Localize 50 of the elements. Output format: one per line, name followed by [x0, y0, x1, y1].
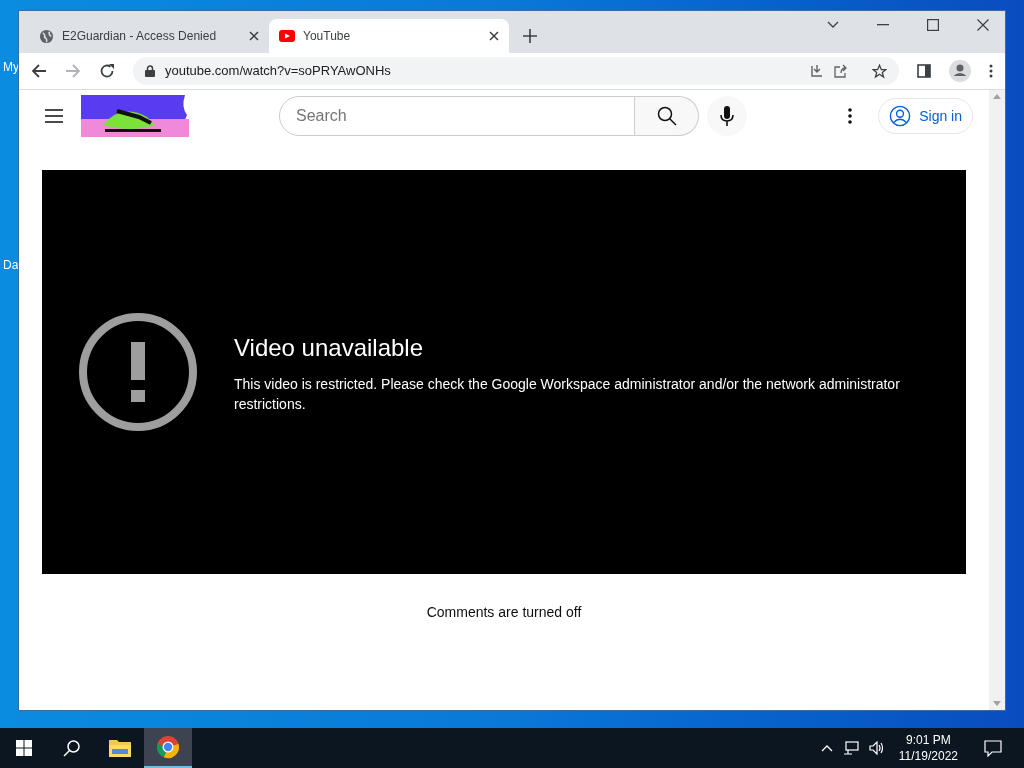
chrome-logo-icon	[156, 735, 180, 759]
microphone-icon	[720, 106, 734, 126]
windows-logo-icon	[16, 740, 32, 756]
clock[interactable]: 9:01 PM 11/19/2022	[894, 732, 962, 764]
video-error-message: This video is restricted. Please check the Google Workspace administrator and/or the network administrator restrictions.	[234, 375, 901, 414]
globe-icon	[39, 28, 54, 44]
side-panel-icon[interactable]	[917, 64, 931, 78]
new-tab-icon[interactable]	[523, 29, 537, 43]
notifications-icon[interactable]	[984, 739, 1002, 757]
clock-time: 9:01 PM	[906, 732, 951, 748]
doodle-logo[interactable]	[81, 95, 189, 137]
search-button[interactable]	[635, 96, 699, 136]
desktop-icon-label: Da	[3, 257, 19, 274]
install-icon[interactable]	[810, 64, 824, 78]
account-icon	[889, 105, 912, 127]
close-icon[interactable]	[977, 19, 989, 31]
more-options-icon[interactable]	[848, 108, 853, 124]
lock-icon	[145, 65, 155, 77]
minimize-icon[interactable]	[877, 24, 889, 26]
search-field[interactable]: Search	[279, 96, 635, 136]
address-bar[interactable]: youtube.com/watch?v=soPRYAwONHs	[133, 57, 899, 85]
voice-search-button[interactable]	[707, 96, 747, 136]
tab-title: YouTube	[303, 28, 352, 45]
desktop-icon-label: My	[3, 59, 19, 76]
show-hidden-icons-icon[interactable]	[820, 744, 833, 752]
menu-icon[interactable]	[989, 64, 993, 78]
network-icon[interactable]	[842, 741, 859, 755]
reload-icon[interactable]	[99, 63, 115, 79]
tab-search-icon[interactable]	[827, 21, 839, 29]
profile-icon[interactable]	[949, 60, 971, 82]
star-icon[interactable]	[872, 63, 887, 79]
back-icon[interactable]	[31, 63, 47, 79]
close-icon[interactable]	[249, 31, 259, 41]
tab-title: E2Guardian - Access Denied	[62, 28, 218, 45]
volume-icon[interactable]	[868, 741, 885, 755]
browser-tab[interactable]: YouTube	[269, 19, 509, 53]
menu-icon[interactable]	[45, 109, 63, 123]
folder-icon	[108, 738, 132, 758]
maximize-icon[interactable]	[927, 19, 939, 31]
url-text: youtube.com/watch?v=soPRYAwONHs	[165, 62, 392, 81]
exclamation-icon	[78, 312, 198, 432]
video-error-title: Video unavailable	[234, 333, 425, 363]
taskbar-app[interactable]	[144, 728, 192, 768]
search-icon	[656, 106, 677, 126]
close-icon[interactable]	[489, 31, 499, 41]
share-icon[interactable]	[834, 64, 848, 78]
search-icon	[63, 739, 81, 757]
clock-date: 11/19/2022	[898, 748, 958, 764]
play-logo-icon	[279, 30, 295, 42]
comments-notice: Comments are turned off	[426, 603, 582, 622]
